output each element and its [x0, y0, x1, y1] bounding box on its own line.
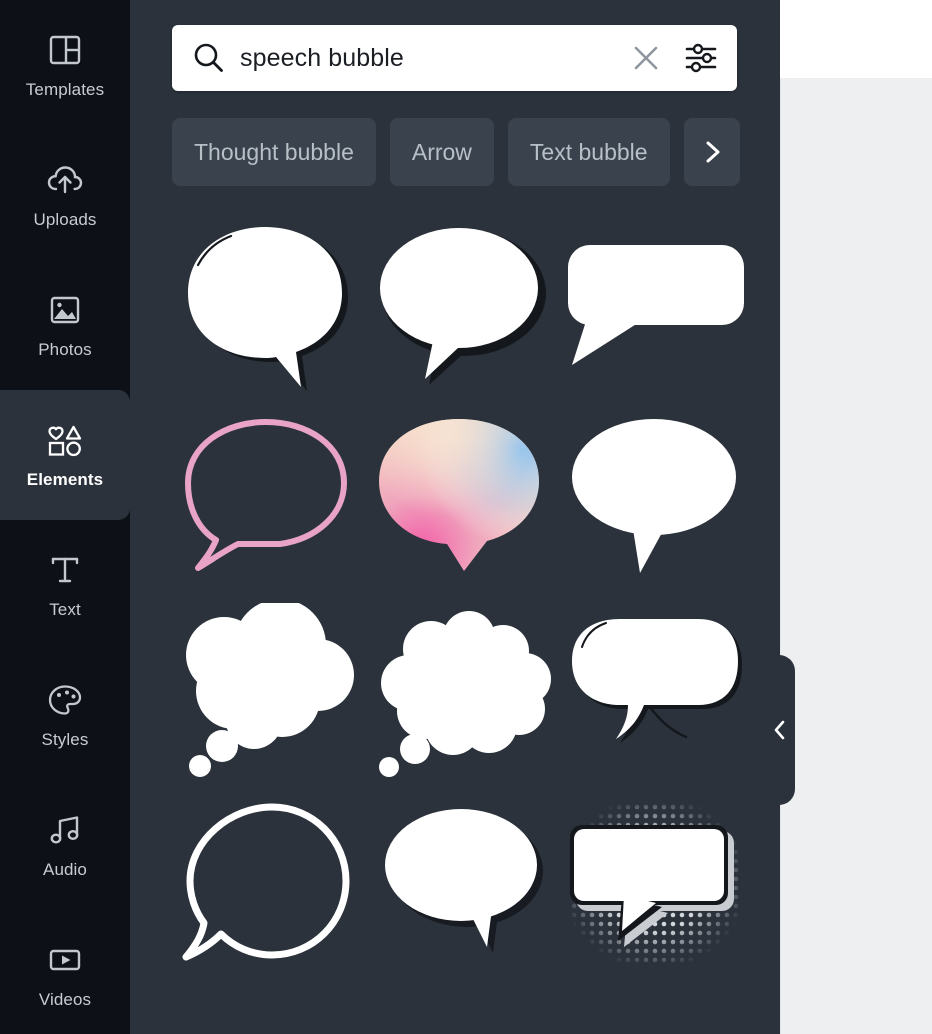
chip-thought-bubble[interactable]: Thought bubble: [172, 118, 376, 186]
sidebar-item-photos[interactable]: Photos: [0, 260, 130, 390]
sidebar-item-styles[interactable]: Styles: [0, 650, 130, 780]
search-input[interactable]: [240, 43, 629, 73]
editor-canvas[interactable]: [780, 78, 932, 1034]
chip-label: Text bubble: [529, 138, 648, 165]
elements-search-panel: Thought bubble Arrow Text bubble: [130, 0, 780, 1034]
suggested-filter-chips: Thought bubble Arrow Text bubble: [172, 118, 780, 186]
music-note-icon: [45, 810, 85, 850]
result-tile[interactable]: [365, 594, 558, 786]
sidebar-item-label: Audio: [43, 860, 87, 879]
sidebar-item-audio[interactable]: Audio: [0, 780, 130, 910]
result-tile[interactable]: [172, 594, 365, 786]
editor-top-bar: [780, 0, 932, 78]
chip-arrow[interactable]: Arrow: [389, 118, 494, 186]
sidebar-item-label: Templates: [25, 80, 105, 99]
sidebar-item-label: Styles: [41, 730, 89, 749]
result-tile[interactable]: [172, 786, 365, 978]
sidebar-item-uploads[interactable]: Uploads: [0, 130, 130, 260]
result-tile[interactable]: [365, 786, 558, 978]
sliders-filter-icon[interactable]: [683, 40, 719, 76]
chips-next-button[interactable]: [683, 118, 740, 186]
result-tile[interactable]: [365, 210, 558, 402]
result-tile[interactable]: [172, 402, 365, 594]
search-row: [172, 25, 737, 91]
chip-label: Thought bubble: [194, 138, 354, 165]
search-box[interactable]: [172, 25, 737, 91]
chevron-left-icon: [774, 720, 785, 740]
result-tile[interactable]: [558, 402, 751, 594]
search-icon: [192, 41, 226, 75]
clear-search-icon[interactable]: [629, 41, 663, 75]
result-tile[interactable]: [172, 978, 365, 1034]
text-t-icon: [45, 550, 85, 590]
sidebar-item-label: Text: [49, 600, 81, 619]
sidebar-item-label: Uploads: [33, 210, 97, 229]
result-tile[interactable]: [172, 210, 365, 402]
sidebar-item-elements[interactable]: Elements: [0, 390, 130, 520]
left-tool-rail: Templates Uploads Photos Elements Text S…: [0, 0, 130, 1034]
sidebar-item-videos[interactable]: Videos: [0, 910, 130, 1034]
chip-text-bubble[interactable]: Text bubble: [507, 118, 670, 186]
result-tile[interactable]: [365, 978, 558, 1034]
results-grid: [172, 210, 780, 1034]
image-icon: [45, 290, 85, 330]
sidebar-item-label: Elements: [26, 470, 104, 489]
sidebar-item-text[interactable]: Text: [0, 520, 130, 650]
app-root: Thought bubble Arrow Text bubble: [0, 0, 932, 1034]
result-tile[interactable]: [365, 402, 558, 594]
sidebar-item-label: Videos: [38, 990, 92, 1009]
chip-label: Arrow: [411, 138, 472, 165]
panel-collapse-handle[interactable]: [765, 655, 795, 805]
result-tile[interactable]: [558, 786, 751, 978]
shapes-icon: [45, 420, 85, 460]
result-tile[interactable]: [558, 210, 751, 402]
result-tile[interactable]: [558, 594, 751, 786]
video-play-icon: [45, 940, 85, 980]
sidebar-item-label: Photos: [38, 340, 92, 359]
palette-icon: [45, 680, 85, 720]
chevron-right-icon: [706, 141, 720, 163]
upload-cloud-icon: [45, 160, 85, 200]
templates-icon: [45, 30, 85, 70]
sidebar-item-templates[interactable]: Templates: [0, 0, 130, 130]
